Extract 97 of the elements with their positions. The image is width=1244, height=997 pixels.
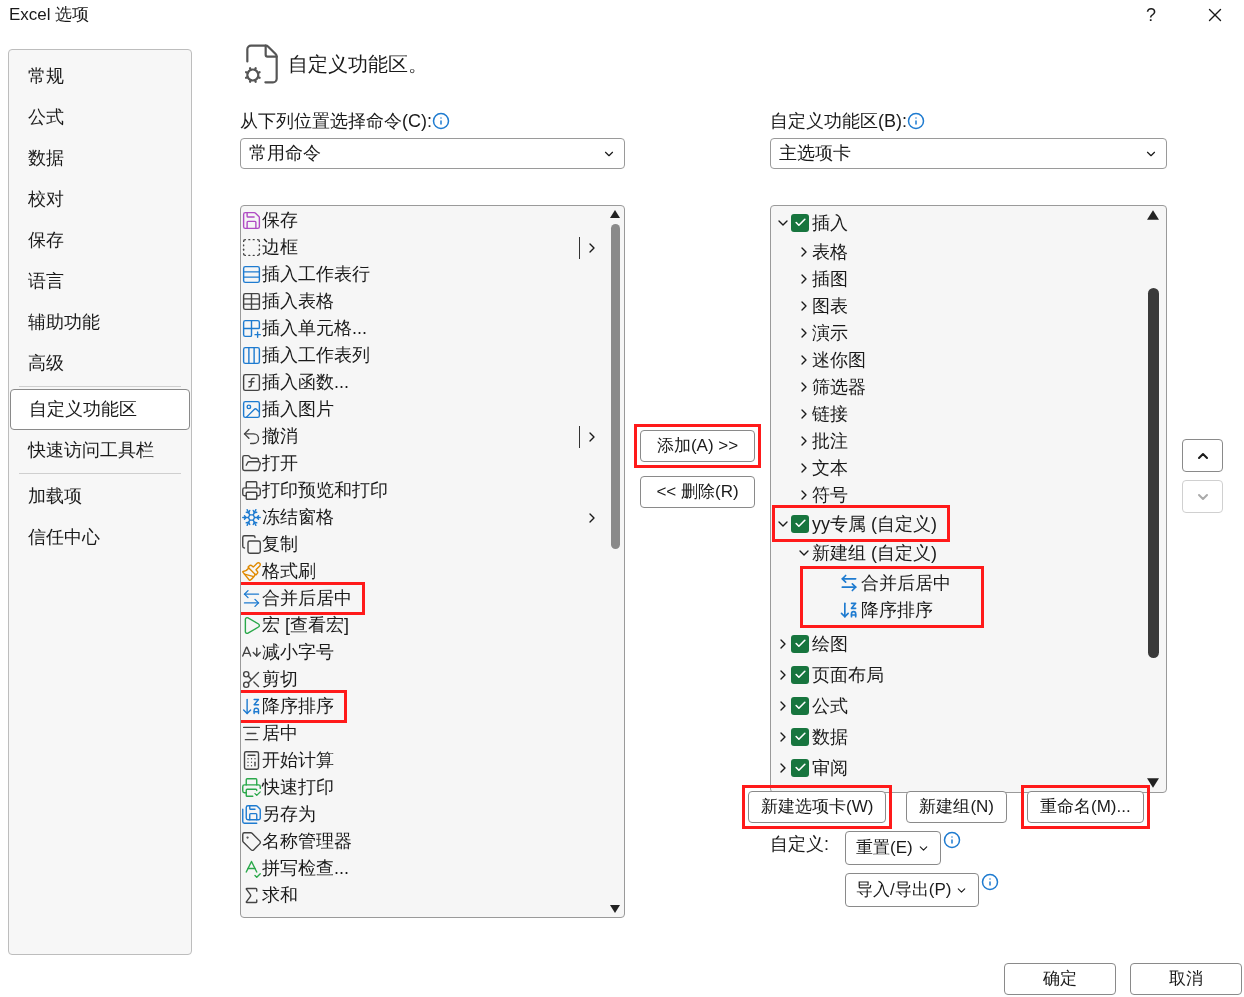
info-icon[interactable]	[432, 112, 450, 130]
move-up-button[interactable]	[1182, 439, 1223, 472]
printer-check-icon	[241, 777, 262, 798]
folder-icon	[241, 453, 262, 474]
dropdown[interactable]: 常用命令	[240, 138, 625, 169]
tree-item[interactable]: yy专属 (自定义)	[812, 514, 937, 533]
save-as-icon	[241, 804, 262, 825]
tag-icon	[241, 831, 262, 852]
sidebar-item[interactable]: 数据	[10, 138, 190, 179]
sidebar-item[interactable]: 语言	[10, 261, 190, 302]
sort-descending-icon	[241, 696, 262, 717]
check-icon	[793, 668, 807, 681]
rows-icon	[241, 264, 262, 285]
info-icon[interactable]	[942, 831, 961, 849]
checkbox[interactable]	[791, 213, 809, 232]
check-icon	[793, 730, 807, 743]
check-icon	[793, 699, 807, 712]
sidebar-item[interactable]: 快速访问工具栏	[10, 430, 190, 471]
tree-item[interactable]: 审阅	[812, 758, 848, 777]
checkbox[interactable]	[791, 665, 809, 684]
checkbox[interactable]	[791, 634, 809, 653]
tree-item[interactable]: 合并后居中	[861, 573, 951, 592]
checkbox[interactable]	[791, 514, 809, 533]
scroll-thumb[interactable]	[610, 224, 620, 549]
dialog-button[interactable]: 重命名(M)...	[1027, 791, 1144, 823]
merge-arrows-icon	[241, 588, 262, 609]
sidebar-item[interactable]: 信任中心	[10, 517, 190, 558]
tree-item[interactable]: 表格	[812, 242, 848, 261]
info-icon[interactable]	[981, 873, 1000, 891]
help-button[interactable]: ?	[1146, 1, 1156, 29]
picture-icon	[241, 399, 262, 420]
tree-item[interactable]: 绘图	[812, 634, 848, 653]
tree-item[interactable]: 新建组 (自定义)	[812, 543, 937, 562]
tree-item[interactable]: 批注	[812, 431, 848, 450]
dropdown[interactable]: 主选项卡	[770, 138, 1167, 169]
dialog-button[interactable]: 确定	[1004, 963, 1116, 995]
scroll-down-icon[interactable]	[610, 905, 620, 913]
paintbrush-icon	[241, 561, 262, 582]
sidebar-item[interactable]: 高级	[10, 343, 190, 384]
checkbox[interactable]	[791, 758, 809, 777]
check-icon	[793, 637, 807, 650]
calculator-icon	[241, 750, 262, 771]
undo-icon	[241, 426, 262, 447]
tree-item[interactable]: 符号	[812, 485, 848, 504]
tree-item[interactable]: 筛选器	[812, 377, 866, 396]
tree-item[interactable]: 图表	[812, 296, 848, 315]
sidebar-item[interactable]: 保存	[10, 220, 190, 261]
scroll-down-icon[interactable]	[1147, 778, 1159, 788]
check-icon	[793, 761, 807, 774]
sidebar-item[interactable]: 常规	[10, 56, 190, 97]
dashed-square-icon	[241, 237, 262, 258]
merge-arrows-icon	[839, 572, 859, 593]
tree-item[interactable]: 文本	[812, 458, 848, 477]
scroll-up-icon[interactable]	[1147, 210, 1159, 220]
grid-icon	[241, 318, 262, 339]
tree-item[interactable]: 插入	[812, 213, 848, 232]
field-label: 从下列位置选择命令(C):	[240, 109, 432, 133]
tree-item[interactable]: 数据	[812, 727, 848, 746]
printer-icon	[241, 480, 262, 501]
list-item[interactable]: 降序排序	[241, 690, 347, 723]
sidebar-item[interactable]: 公式	[10, 97, 190, 138]
sidebar-item[interactable]: 辅助功能	[10, 302, 190, 343]
sidebar-item[interactable]: 加载项	[10, 476, 190, 517]
sidebar-item[interactable]: 校对	[10, 179, 190, 220]
sidebar-item[interactable]: 自定义功能区	[10, 389, 190, 430]
tree-item[interactable]: 演示	[812, 323, 848, 342]
snowflake-icon	[241, 507, 262, 528]
dropdown-button[interactable]: 重置(E)	[845, 831, 941, 865]
table-icon	[241, 291, 262, 312]
checkbox[interactable]	[791, 696, 809, 715]
columns-icon	[241, 345, 262, 366]
check-icon	[793, 517, 807, 530]
dialog-button[interactable]: 新建选项卡(W)	[748, 791, 887, 823]
section-title: 自定义功能区。	[288, 52, 428, 77]
list-item[interactable]: 合并后居中	[241, 582, 365, 615]
transfer-button[interactable]: 添加(A) >>	[640, 430, 755, 462]
checkbox[interactable]	[791, 727, 809, 746]
check-icon	[793, 216, 807, 229]
function-icon	[241, 372, 262, 393]
tree-item[interactable]: 公式	[812, 696, 848, 715]
copy-icon	[241, 534, 262, 555]
tree-item[interactable]: 迷你图	[812, 350, 866, 369]
tree-item[interactable]: 插图	[812, 269, 848, 288]
scissors-icon	[241, 669, 262, 690]
transfer-button[interactable]: << 删除(R)	[640, 476, 755, 508]
info-icon[interactable]	[907, 112, 925, 130]
scroll-thumb[interactable]	[1147, 288, 1159, 658]
scroll-up-icon[interactable]	[610, 210, 620, 218]
tree-item[interactable]: 页面布局	[812, 665, 884, 684]
window-title: Excel 选项	[9, 4, 90, 27]
dialog-button[interactable]: 取消	[1130, 963, 1242, 995]
tree-item[interactable]: 链接	[812, 404, 848, 423]
field-label: 自定义功能区(B):	[770, 109, 907, 133]
dialog-button[interactable]: 新建组(N)	[906, 791, 1007, 823]
dropdown-button[interactable]: 导入/导出(P)	[845, 873, 980, 907]
tree-item[interactable]: 降序排序	[861, 600, 933, 619]
field-label: 自定义:	[770, 833, 829, 856]
